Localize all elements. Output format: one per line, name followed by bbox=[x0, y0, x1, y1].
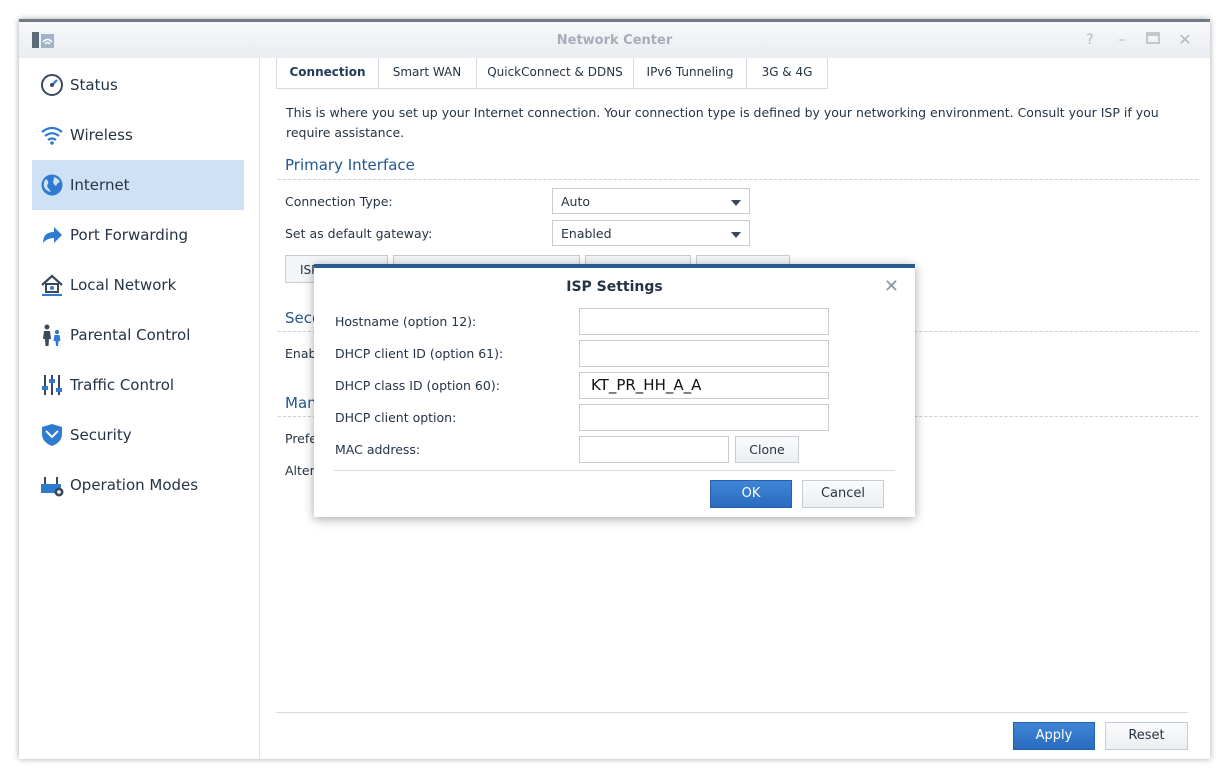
wifi-icon bbox=[41, 126, 63, 145]
alternate-dns-label: Alter bbox=[285, 463, 315, 478]
sidebar-item-internet[interactable]: Internet bbox=[32, 160, 244, 210]
sidebar-item-label: Parental Control bbox=[70, 326, 191, 344]
default-gateway-value: Enabled bbox=[561, 226, 612, 241]
primary-interface-title: Primary Interface bbox=[285, 156, 415, 174]
manual-dns-title: Man bbox=[285, 394, 317, 412]
minimize-icon[interactable]: – bbox=[1114, 32, 1130, 48]
dhcp-client-option-label: DHCP client option: bbox=[335, 410, 457, 425]
sidebar-item-label: Port Forwarding bbox=[70, 226, 189, 244]
preferred-dns-label: Prefe bbox=[285, 431, 317, 446]
connection-type-label: Connection Type: bbox=[285, 194, 393, 209]
cancel-button[interactable]: Cancel bbox=[802, 480, 884, 508]
connection-type-value: Auto bbox=[561, 194, 591, 209]
sidebar-item-wireless[interactable]: Wireless bbox=[32, 110, 244, 160]
sliders-icon bbox=[42, 375, 62, 395]
gauge-icon bbox=[41, 74, 63, 96]
sidebar-item-traffic-control[interactable]: Traffic Control bbox=[32, 360, 244, 410]
reset-button[interactable]: Reset bbox=[1105, 722, 1188, 750]
ok-button[interactable]: OK bbox=[710, 480, 792, 508]
dialog-title: ISP Settings bbox=[566, 279, 663, 295]
sidebar-item-security[interactable]: Security bbox=[32, 410, 244, 460]
sidebar-item-parental-control[interactable]: Parental Control bbox=[32, 310, 244, 360]
chevron-down-icon bbox=[731, 232, 741, 238]
default-gateway-label: Set as default gateway: bbox=[285, 226, 433, 241]
dialog-divider bbox=[334, 470, 895, 471]
enable-label: Enab bbox=[285, 346, 317, 361]
mac-address-input[interactable] bbox=[579, 436, 729, 463]
sidebar-item-status[interactable]: Status bbox=[32, 60, 244, 110]
close-icon[interactable]: ✕ bbox=[884, 276, 899, 297]
forward-arrow-icon bbox=[43, 227, 62, 243]
sidebar-item-label: Operation Modes bbox=[70, 476, 199, 494]
tab-smart-wan[interactable]: Smart WAN bbox=[378, 58, 477, 89]
dhcp-client-id-label: DHCP client ID (option 61): bbox=[335, 346, 504, 361]
family-icon bbox=[43, 324, 61, 346]
sidebar-item-operation-modes[interactable]: Operation Modes bbox=[32, 460, 244, 510]
sidebar-item-label: Wireless bbox=[70, 126, 133, 144]
maximize-icon[interactable] bbox=[1145, 32, 1161, 48]
sidebar-item-local-network[interactable]: Local Network bbox=[32, 260, 244, 310]
dhcp-client-id-input[interactable] bbox=[579, 340, 829, 367]
tab-ipv6-tunneling[interactable]: IPv6 Tunneling bbox=[634, 58, 747, 89]
router-gear-icon bbox=[41, 477, 64, 497]
section-divider bbox=[278, 179, 1198, 180]
help-icon[interactable]: ? bbox=[1082, 32, 1098, 48]
chevron-down-icon bbox=[731, 200, 741, 206]
footer-divider bbox=[276, 712, 1188, 713]
globe-icon bbox=[41, 174, 63, 196]
sidebar-item-label: Internet bbox=[70, 176, 130, 194]
sidebar-item-label: Local Network bbox=[70, 276, 177, 294]
tab-bar: Connection Smart WAN QuickConnect & DDNS… bbox=[276, 58, 1176, 90]
hostname-label: Hostname (option 12): bbox=[335, 314, 477, 329]
title-bar: Network Center ? – ✕ bbox=[19, 22, 1210, 58]
default-gateway-select[interactable]: Enabled bbox=[552, 220, 750, 246]
sidebar-item-port-forwarding[interactable]: Port Forwarding bbox=[32, 210, 244, 260]
tab-quickconnect-ddns[interactable]: QuickConnect & DDNS bbox=[477, 58, 634, 89]
connection-type-select[interactable]: Auto bbox=[552, 188, 750, 214]
hostname-input[interactable] bbox=[579, 308, 829, 335]
tab-3g-4g[interactable]: 3G & 4G bbox=[747, 58, 828, 89]
mac-address-label: MAC address: bbox=[335, 442, 421, 457]
tab-connection[interactable]: Connection bbox=[276, 58, 379, 89]
close-window-icon[interactable]: ✕ bbox=[1177, 32, 1193, 48]
dhcp-client-option-input[interactable] bbox=[579, 404, 829, 431]
sidebar: Status Wireless Internet Port Forwarding… bbox=[19, 58, 260, 759]
sidebar-item-label: Security bbox=[70, 426, 132, 444]
sidebar-item-label: Status bbox=[70, 76, 118, 94]
isp-settings-dialog: ISP Settings ✕ Hostname (option 12): DHC… bbox=[314, 264, 915, 517]
dhcp-class-id-input[interactable]: KT_PR_HH_A_A bbox=[579, 372, 829, 399]
connection-description: This is where you set up your Internet c… bbox=[286, 105, 1159, 140]
house-icon bbox=[41, 274, 63, 296]
dhcp-class-id-label: DHCP class ID (option 60): bbox=[335, 378, 500, 393]
sidebar-item-label: Traffic Control bbox=[70, 376, 175, 394]
apply-button[interactable]: Apply bbox=[1013, 722, 1095, 750]
window-title: Network Center bbox=[556, 33, 673, 48]
clone-button[interactable]: Clone bbox=[735, 436, 799, 463]
shield-icon bbox=[42, 424, 62, 446]
